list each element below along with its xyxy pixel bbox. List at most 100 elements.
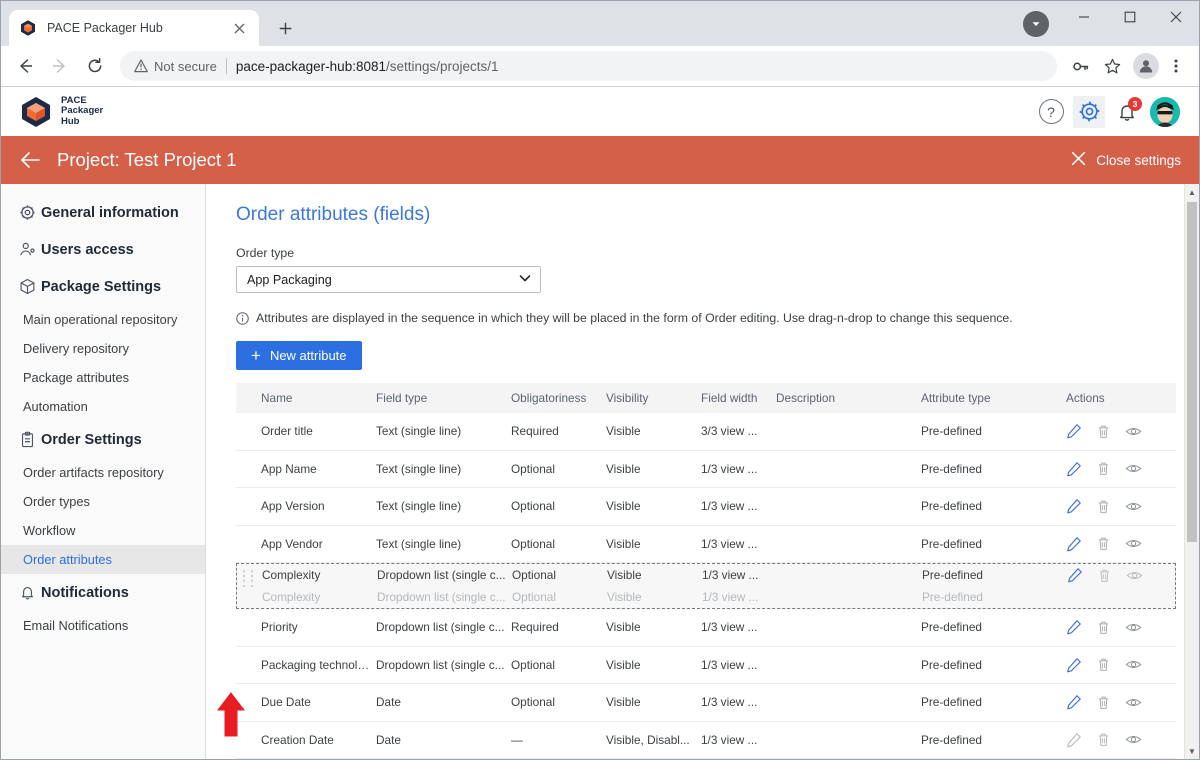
browser-tab[interactable]: PACE Packager Hub <box>9 10 259 46</box>
sidebar-item-users-access[interactable]: Users access <box>1 231 205 268</box>
cell-actions <box>1066 619 1176 636</box>
column-header-field-width: Field width <box>701 391 758 405</box>
edit-pencil-icon[interactable] <box>1067 567 1083 583</box>
user-avatar-icon[interactable] <box>1149 96 1181 128</box>
cell-obligatoriness: Optional <box>511 657 555 672</box>
preview-eye-icon[interactable] <box>1125 731 1142 748</box>
preview-eye-icon[interactable] <box>1125 656 1142 673</box>
sidebar-item-package-settings[interactable]: Package Settings <box>1 268 205 305</box>
edit-pencil-icon[interactable] <box>1066 732 1082 748</box>
chevron-down-circle-icon[interactable] <box>1023 11 1049 37</box>
sidebar-item-automation[interactable]: Automation <box>1 392 205 421</box>
table-row[interactable]: Due Date Date Optional Visible 1/3 view … <box>236 684 1176 722</box>
delete-trash-icon[interactable] <box>1096 620 1111 635</box>
delete-trash-icon[interactable] <box>1096 657 1111 672</box>
table-row[interactable]: Order title Text (single line) Required … <box>236 413 1176 451</box>
preview-eye-icon[interactable] <box>1126 567 1143 584</box>
sidebar-item-package-attributes[interactable]: Package attributes <box>1 363 205 392</box>
reload-icon[interactable] <box>79 50 111 82</box>
profile-avatar-icon[interactable] <box>1133 53 1159 79</box>
help-question-icon[interactable]: ? <box>1035 96 1067 128</box>
content-panel: Order attributes (fields) Order type App… <box>206 184 1199 759</box>
more-vertical-icon[interactable] <box>1161 51 1191 81</box>
sidebar-item-general-information[interactable]: General information <box>1 194 205 231</box>
sidebar-item-delivery-repository[interactable]: Delivery repository <box>1 334 205 363</box>
delete-trash-icon[interactable] <box>1097 568 1112 583</box>
scrollbar-thumb[interactable] <box>1187 202 1197 542</box>
maximize-icon[interactable] <box>1107 1 1153 33</box>
sidebar-item-order-artifacts-repository[interactable]: Order artifacts repository <box>1 458 205 487</box>
arrow-left-icon[interactable] <box>19 149 41 171</box>
table-row[interactable]: App Vendor Text (single line) Optional V… <box>236 526 1176 563</box>
new-attribute-button[interactable]: + New attribute <box>236 341 362 370</box>
column-header-actions: Actions <box>1066 391 1105 405</box>
close-settings-button[interactable]: Close settings <box>1071 151 1181 169</box>
sidebar-item-workflow[interactable]: Workflow <box>1 516 205 545</box>
cell-field-width: 1/3 view ... <box>702 590 759 604</box>
edit-pencil-icon[interactable] <box>1066 461 1082 477</box>
edit-pencil-icon[interactable] <box>1066 619 1082 635</box>
address-bar[interactable]: Not secure pace-packager-hub:8081/settin… <box>120 51 1057 81</box>
table-row[interactable]: App Name Text (single line) Optional Vis… <box>236 451 1176 488</box>
delete-trash-icon[interactable] <box>1096 695 1111 710</box>
delete-trash-icon[interactable] <box>1096 536 1111 551</box>
preview-eye-icon[interactable] <box>1125 423 1142 440</box>
cell-field-width: 1/3 view ... <box>701 657 758 672</box>
scroll-down-icon[interactable]: ▼ <box>1185 743 1199 759</box>
edit-pencil-icon[interactable] <box>1066 536 1082 552</box>
cell-attribute-type: Pre-defined <box>921 657 982 672</box>
clipboard-icon <box>19 431 41 448</box>
close-settings-label: Close settings <box>1096 152 1181 168</box>
table-row-dragging[interactable]: Complexity Dropdown list (single c... Op… <box>236 563 1176 609</box>
content-scrollbar[interactable]: ▲ ▼ <box>1184 184 1199 759</box>
delete-trash-icon[interactable] <box>1096 499 1111 514</box>
key-icon[interactable] <box>1065 51 1095 81</box>
cell-field-width: 1/3 view ... <box>702 568 759 582</box>
back-arrow-icon[interactable] <box>9 50 41 82</box>
preview-eye-icon[interactable] <box>1125 535 1142 552</box>
edit-pencil-icon[interactable] <box>1066 694 1082 710</box>
bell-icon[interactable]: 3 <box>1111 96 1143 128</box>
plus-icon[interactable] <box>271 14 299 42</box>
cell-field-type: Text (single line) <box>376 536 462 551</box>
table-row[interactable]: App Version Text (single line) Optional … <box>236 488 1176 526</box>
preview-eye-icon[interactable] <box>1125 498 1142 515</box>
cell-field-width: 1/3 view ... <box>701 536 758 551</box>
omnibox-separator <box>225 58 227 74</box>
gear-icon[interactable] <box>1073 95 1105 128</box>
delete-trash-icon[interactable] <box>1096 732 1111 747</box>
table-row[interactable]: Complexity Dropdown list (single c... Op… <box>237 564 1175 586</box>
sidebar-item-order-attributes[interactable]: Order attributes <box>1 545 205 574</box>
scroll-up-icon[interactable]: ▲ <box>1185 184 1199 200</box>
edit-pencil-icon[interactable] <box>1066 498 1082 514</box>
sidebar-item-order-settings[interactable]: Order Settings <box>1 421 205 458</box>
table-header-row: Name Field type Obligatoriness Visibilit… <box>236 383 1176 413</box>
close-icon[interactable] <box>229 18 249 38</box>
table-row[interactable]: Packaging technolo... Dropdown list (sin… <box>236 647 1176 684</box>
table-row[interactable]: Priority Dropdown list (single c... Requ… <box>236 609 1176 647</box>
sidebar-item-label: Users access <box>41 241 134 258</box>
close-icon[interactable] <box>1153 1 1199 33</box>
preview-eye-icon[interactable] <box>1125 460 1142 477</box>
preview-eye-icon[interactable] <box>1125 694 1142 711</box>
edit-pencil-icon[interactable] <box>1066 423 1082 439</box>
sidebar-item-main-operational-repository[interactable]: Main operational repository <box>1 305 205 334</box>
cell-field-type: Text (single line) <box>376 424 462 439</box>
preview-eye-icon[interactable] <box>1125 619 1142 636</box>
delete-trash-icon[interactable] <box>1096 424 1111 439</box>
star-icon[interactable] <box>1097 51 1127 81</box>
sidebar-item-notifications[interactable]: Notifications <box>1 574 205 611</box>
sidebar-item-label: Delivery repository <box>23 341 129 356</box>
app-brand[interactable]: PACE Packager Hub <box>19 95 103 129</box>
delete-trash-icon[interactable] <box>1096 461 1111 476</box>
cell-field-type: Dropdown list (single c... <box>377 590 506 604</box>
window-controls <box>1061 1 1199 33</box>
table-row[interactable]: Creation Date Date — Visible, Disabl... … <box>236 722 1176 759</box>
sidebar-item-order-types[interactable]: Order types <box>1 487 205 516</box>
sidebar-item-label: Email Notifications <box>23 618 129 633</box>
sidebar-item-email-notifications[interactable]: Email Notifications <box>1 611 205 640</box>
order-type-select[interactable]: App Packaging <box>236 266 541 293</box>
cell-attribute-type: Pre-defined <box>921 620 982 635</box>
minimize-icon[interactable] <box>1061 1 1107 33</box>
edit-pencil-icon[interactable] <box>1066 657 1082 673</box>
